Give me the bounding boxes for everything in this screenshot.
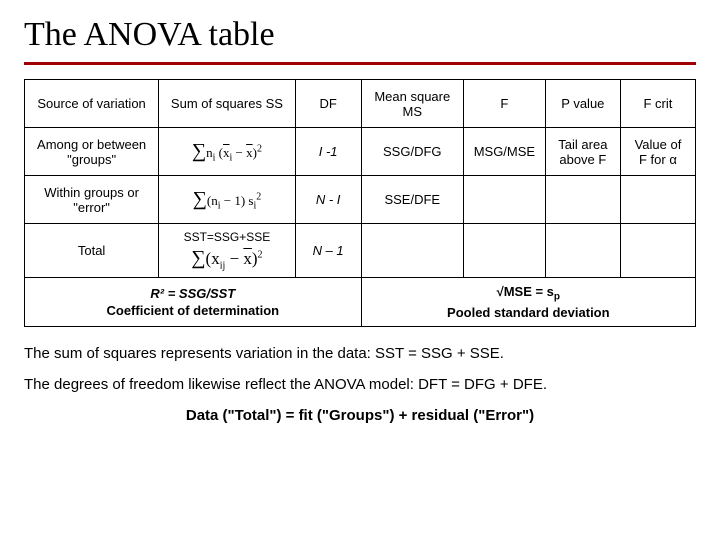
cell-within-f xyxy=(463,176,545,224)
cell-among-source: Among or between "groups" xyxy=(25,128,159,176)
footer-r2: R² = SSG/SST xyxy=(150,286,235,301)
page-title: The ANOVA table xyxy=(24,16,696,54)
col-f: F xyxy=(463,80,545,128)
body-text: The sum of squares represents variation … xyxy=(24,345,696,424)
row-total: Total SST=SSG+SSE ∑(xij − x)2 N – 1 xyxy=(25,224,696,278)
col-fcrit: F crit xyxy=(620,80,695,128)
cell-among-p: Tail area above F xyxy=(545,128,620,176)
table-footer: R² = SSG/SST Coefficient of determinatio… xyxy=(25,278,696,327)
cell-among-fcrit: Value of F for α xyxy=(620,128,695,176)
col-ss: Sum of squares SS xyxy=(159,80,295,128)
cell-total-df: N – 1 xyxy=(295,224,361,278)
footer-pooled: Pooled standard deviation xyxy=(370,305,687,320)
total-ss-formula: ∑(xij − x)2 xyxy=(167,247,286,271)
cell-within-p xyxy=(545,176,620,224)
footer-mse-sub: p xyxy=(554,292,560,303)
cell-within-source: Within groups or "error" xyxy=(25,176,159,224)
col-p: P value xyxy=(545,80,620,128)
total-ss-text: SST=SSG+SSE xyxy=(167,230,286,244)
cell-total-fcrit xyxy=(620,224,695,278)
footer-mse-pre: √MSE = s xyxy=(497,284,554,299)
cell-among-f: MSG/MSE xyxy=(463,128,545,176)
cell-total-ms xyxy=(361,224,463,278)
cell-among-df: I -1 xyxy=(295,128,361,176)
footer-left: R² = SSG/SST Coefficient of determinatio… xyxy=(25,278,362,327)
para-1: The sum of squares represents variation … xyxy=(24,345,696,362)
cell-total-ss: SST=SSG+SSE ∑(xij − x)2 xyxy=(159,224,295,278)
cell-total-source: Total xyxy=(25,224,159,278)
cell-among-ms: SSG/DFG xyxy=(361,128,463,176)
cell-total-p xyxy=(545,224,620,278)
cell-within-ss: ∑(ni − 1) si2 xyxy=(159,176,295,224)
cell-within-fcrit xyxy=(620,176,695,224)
footer-coef: Coefficient of determination xyxy=(33,303,353,318)
table-header: Source of variation Sum of squares SS DF… xyxy=(25,80,696,128)
col-ms: Mean square MS xyxy=(361,80,463,128)
cell-total-f xyxy=(463,224,545,278)
anova-table: Source of variation Sum of squares SS DF… xyxy=(24,79,696,327)
footer-mse: √MSE = sp xyxy=(370,284,687,303)
row-among: Among or between "groups" ∑ni (xi − x)2 … xyxy=(25,128,696,176)
col-source: Source of variation xyxy=(25,80,159,128)
col-df: DF xyxy=(295,80,361,128)
para-2: The degrees of freedom likewise reflect … xyxy=(24,376,696,393)
cell-within-ms: SSE/DFE xyxy=(361,176,463,224)
cell-among-ss: ∑ni (xi − x)2 xyxy=(159,128,295,176)
para-3: Data ("Total") = fit ("Groups") + residu… xyxy=(24,407,696,424)
cell-within-df: N - I xyxy=(295,176,361,224)
title-bar: The ANOVA table xyxy=(24,10,696,65)
footer-right: √MSE = sp Pooled standard deviation xyxy=(361,278,695,327)
row-within: Within groups or "error" ∑(ni − 1) si2 N… xyxy=(25,176,696,224)
